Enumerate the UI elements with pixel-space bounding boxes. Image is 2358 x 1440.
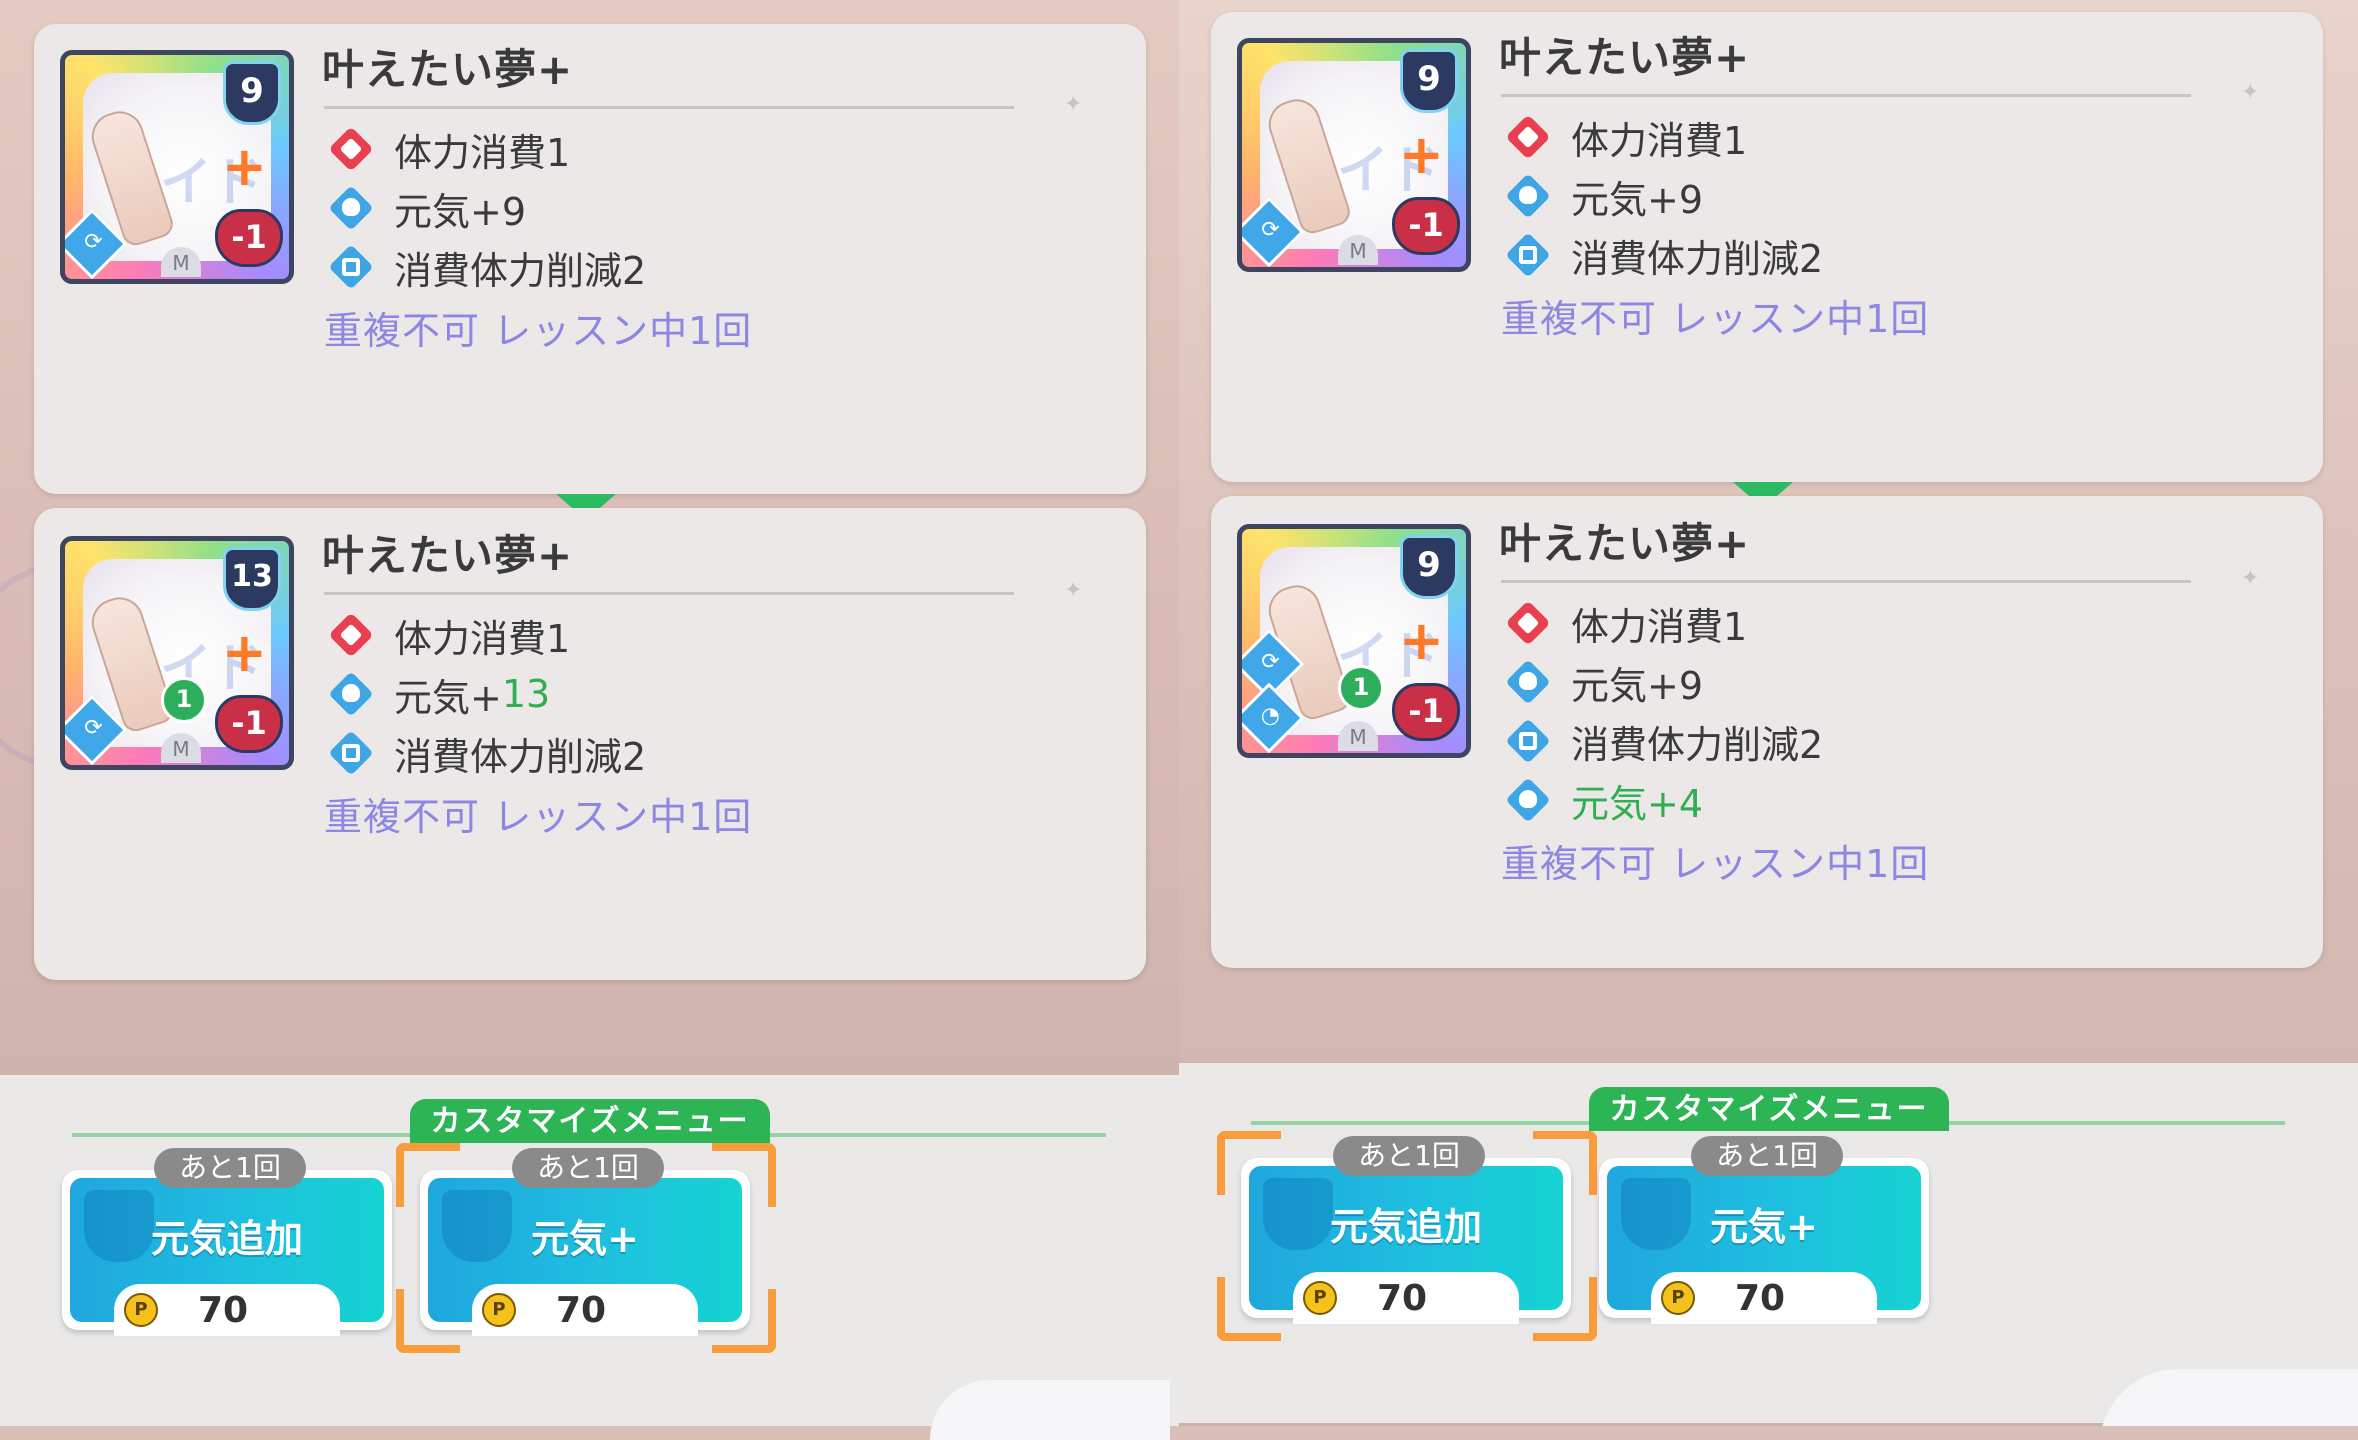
effect-line: 元気+9	[1507, 657, 1703, 708]
reduce-icon	[1507, 234, 1549, 276]
card-art: イド + 9 -1 ⟳ M	[60, 50, 294, 284]
usage-condition: 重複不可 レッスン中1回	[1501, 297, 1930, 341]
card-name: 叶えたい夢+	[322, 531, 574, 580]
selection-frame	[396, 1143, 776, 1353]
card-name: 叶えたい夢+	[322, 45, 574, 94]
reduce-icon	[330, 246, 372, 288]
sparkle-icon: ✦	[1064, 92, 1083, 117]
stamina-damage-badge: -1	[1392, 197, 1460, 255]
card-art: イド + 9 -1 ⟳ M	[1237, 38, 1471, 272]
sparkle-icon: ✦	[2241, 566, 2260, 591]
customize-menu-title: カスタマイズメニュー	[410, 1099, 770, 1143]
effect-line: 体力消費1	[1507, 112, 1747, 163]
reduce-icon	[330, 732, 372, 774]
card-name: 叶えたい夢+	[1499, 33, 1751, 82]
divider	[1501, 94, 2191, 97]
usage-condition: 重複不可 レッスン中1回	[1501, 842, 1930, 886]
heart-icon	[1507, 116, 1549, 158]
corner-button[interactable]	[2099, 1369, 2358, 1426]
enhance-level-badge: 1	[161, 677, 207, 723]
effect-line: 体力消費1	[330, 610, 570, 661]
cost-badge: 9	[223, 61, 281, 125]
right-comparison-panel: イド + 9 -1 ⟳ M 叶えたい夢+ ✦ 体力消費1 元気+9 消費体力削減2…	[1179, 0, 2358, 1426]
selection-frame	[1217, 1131, 1597, 1341]
corner-button[interactable]	[930, 1380, 1170, 1440]
option-label: 元気+	[1710, 1205, 1818, 1249]
card-name: 叶えたい夢+	[1499, 519, 1751, 568]
effect-line: 元気+9	[330, 183, 526, 234]
reduce-icon	[1507, 720, 1549, 762]
customize-menu-area: カスタマイズメニュー 元気追加 P 70 あと1回 元気+ P 70 あと1回	[1179, 1063, 2358, 1426]
effect-line-added: 元気+4	[1507, 775, 1703, 826]
genki-icon	[330, 187, 372, 229]
heart-icon	[330, 128, 372, 170]
genki-icon	[1507, 661, 1549, 703]
stamina-damage-badge: -1	[215, 695, 283, 753]
remaining-badge: あと1回	[154, 1148, 306, 1188]
effect-line: 消費体力削減2	[330, 242, 646, 293]
usage-condition: 重複不可 レッスン中1回	[324, 795, 753, 839]
enhance-level-badge: 1	[1338, 665, 1384, 711]
sparkle-icon: ✦	[1064, 578, 1083, 603]
genki-icon	[1507, 779, 1549, 821]
divider	[324, 592, 1014, 595]
p-coin-icon: P	[124, 1293, 158, 1327]
cost-badge: 13	[223, 547, 281, 611]
cost-badge: 9	[1400, 49, 1458, 113]
effect-line: 体力消費1	[330, 124, 570, 175]
card-after-upgrade: イド + 13 -1 ⟳ 1 M 叶えたい夢+ ✦ 体力消費1 元気+ 13 消費体…	[34, 508, 1146, 980]
divider	[324, 106, 1014, 109]
upgraded-value: 13	[501, 672, 551, 716]
effect-line: 消費体力削減2	[1507, 230, 1823, 281]
cost-badge: 9	[1400, 535, 1458, 599]
card-after-upgrade: イド + 9 -1 ⟳ ◔ 1 M 叶えたい夢+ ✦ 体力消費1 元気+9 消費体…	[1211, 496, 2323, 968]
usage-condition: 重複不可 レッスン中1回	[324, 309, 753, 353]
card-before-upgrade: イド + 9 -1 ⟳ M 叶えたい夢+ ✦ 体力消費1 元気+9 消費体力削減2…	[1211, 12, 2323, 482]
heart-icon	[330, 614, 372, 656]
customize-menu-title: カスタマイズメニュー	[1589, 1087, 1949, 1131]
genki-icon	[1507, 175, 1549, 217]
customize-menu-area: カスタマイズメニュー 元気追加 P 70 あと1回 元気+ P 70 あと1回	[0, 1075, 1179, 1426]
sparkle-icon: ✦	[2241, 80, 2260, 105]
heart-icon	[1507, 602, 1549, 644]
p-coin-icon: P	[1661, 1281, 1695, 1315]
divider	[1501, 580, 2191, 583]
card-art: イド + 13 -1 ⟳ 1 M	[60, 536, 294, 770]
effect-line: 元気+ 13	[330, 669, 551, 720]
price-tag: P 70	[114, 1284, 340, 1336]
option-label: 元気追加	[150, 1217, 303, 1261]
remaining-badge: あと1回	[1691, 1136, 1843, 1176]
option-genki-add[interactable]: 元気追加 P 70 あと1回	[62, 1148, 392, 1336]
effect-line: 元気+9	[1507, 171, 1703, 222]
card-art: イド + 9 -1 ⟳ ◔ 1 M	[1237, 524, 1471, 758]
effect-line: 消費体力削減2	[1507, 716, 1823, 767]
genki-icon	[330, 673, 372, 715]
card-before-upgrade: イド + 9 -1 ⟳ M 叶えたい夢+ ✦ 体力消費1 元気+9 消費体力削減2…	[34, 24, 1146, 494]
stamina-damage-badge: -1	[215, 209, 283, 267]
effect-line: 体力消費1	[1507, 598, 1747, 649]
effect-line: 消費体力削減2	[330, 728, 646, 779]
option-genki-plus[interactable]: 元気+ P 70 あと1回	[1599, 1136, 1929, 1324]
left-comparison-panel: イド + 9 -1 ⟳ M 叶えたい夢+ ✦ 体力消費1 元気+9 消費体力削減2…	[0, 0, 1179, 1426]
price-tag: P 70	[1651, 1272, 1877, 1324]
stamina-damage-badge: -1	[1392, 683, 1460, 741]
